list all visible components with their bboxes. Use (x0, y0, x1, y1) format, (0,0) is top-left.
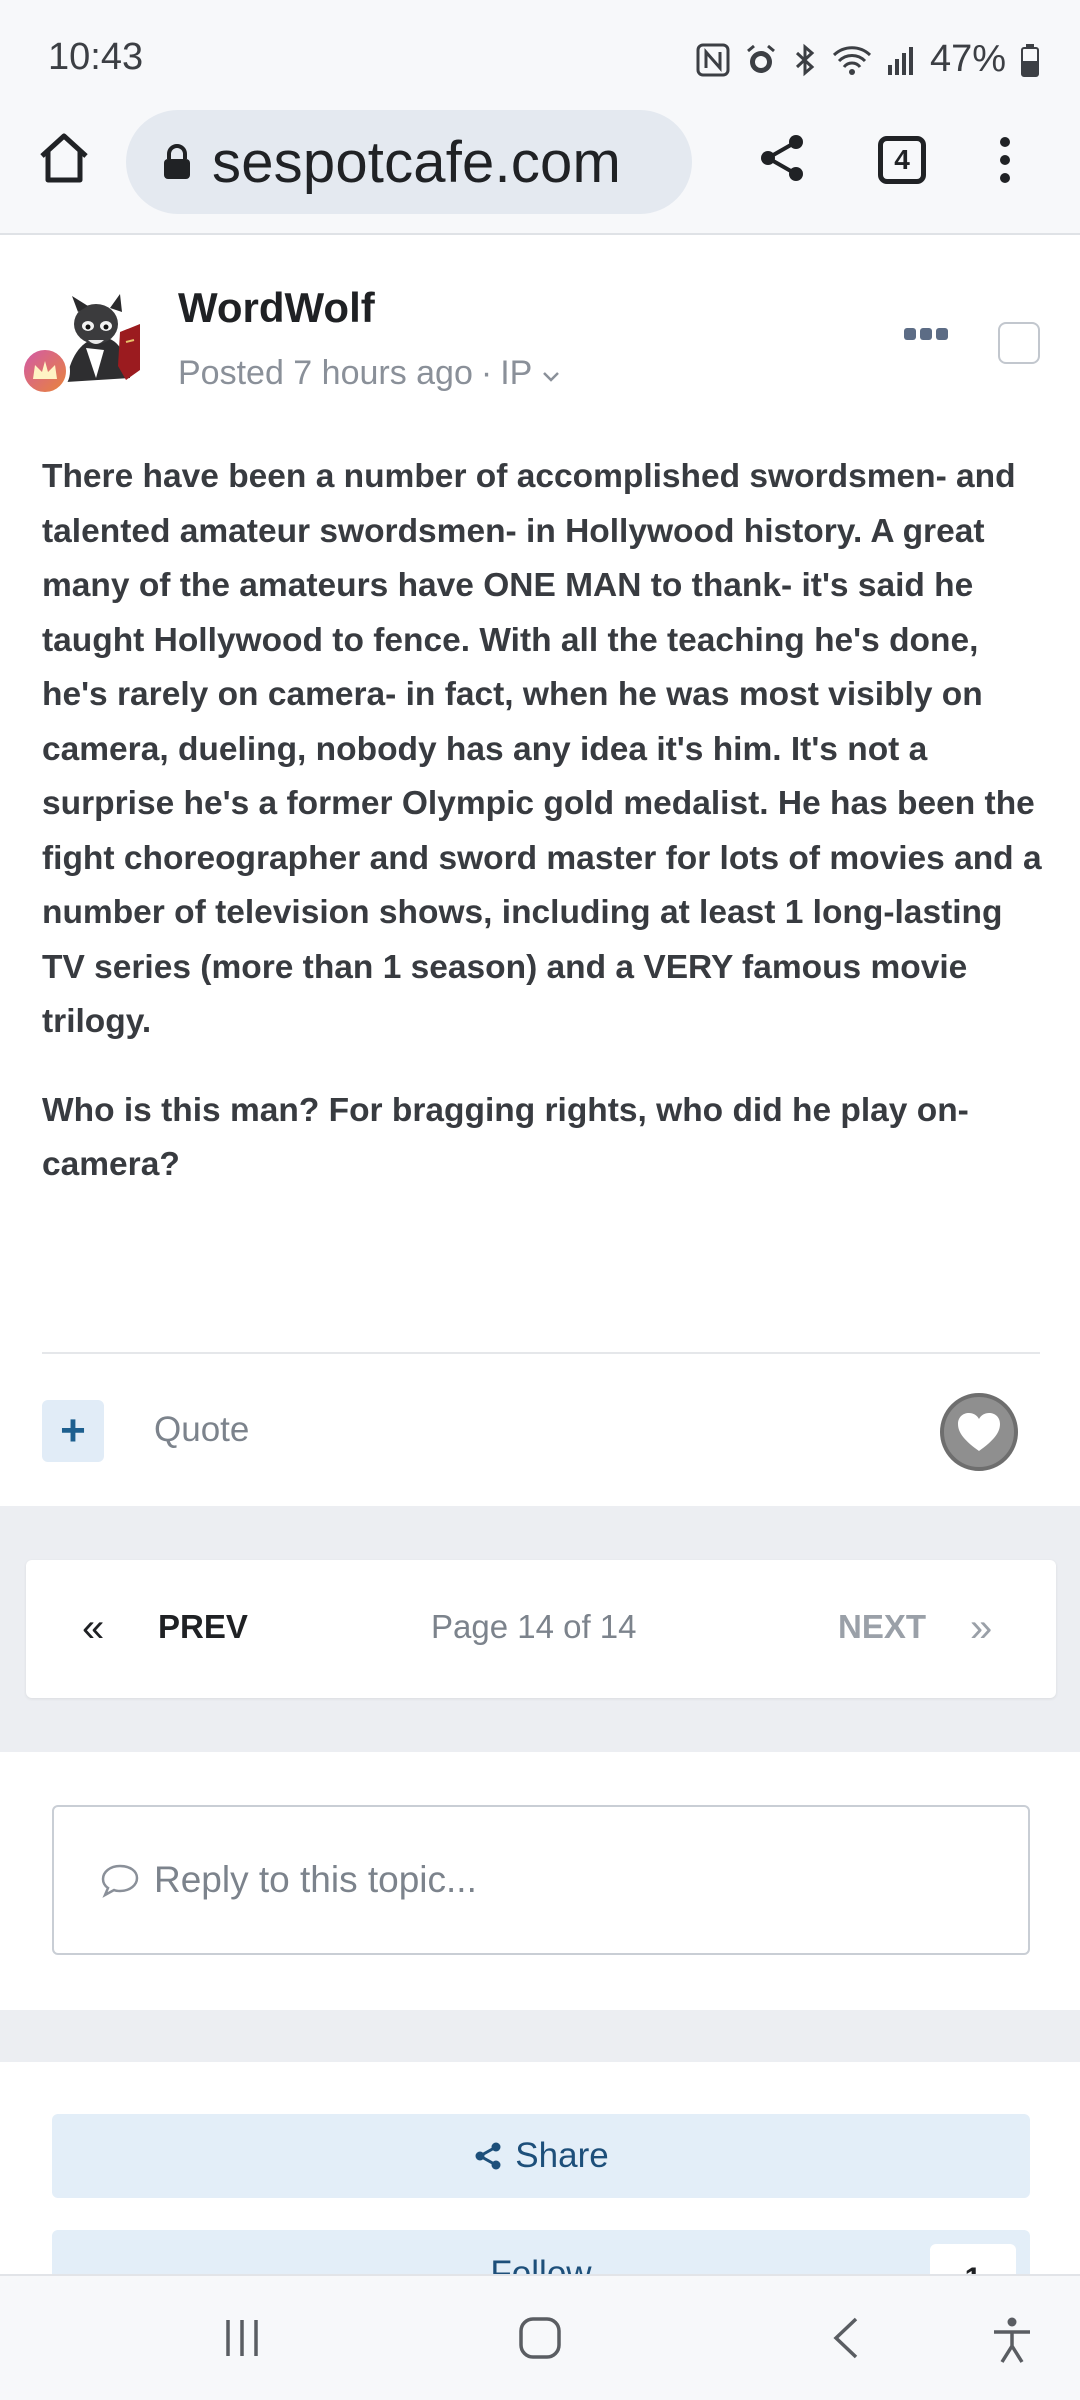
meta-separator: · (480, 354, 493, 392)
status-bar: 10:43 47% (0, 0, 1080, 100)
browser-menu-button[interactable] (990, 130, 1020, 190)
ip-label: IP (500, 354, 532, 392)
share-icon (475, 2142, 501, 2170)
reply-placeholder: Reply to this topic... (154, 1859, 477, 1900)
status-time: 10:43 (48, 36, 144, 78)
prev-arrow-icon[interactable]: « (82, 1606, 104, 1651)
reply-input[interactable]: Reply to this topic... (52, 1805, 1030, 1955)
post-select-checkbox[interactable] (998, 322, 1040, 364)
back-chevron-icon (833, 2317, 858, 2359)
accessibility-icon (994, 2317, 1030, 2363)
more-dot-icon (920, 328, 932, 340)
bluetooth-icon (792, 43, 818, 77)
back-button[interactable] (826, 2316, 870, 2365)
heart-icon (958, 1413, 1000, 1451)
accessibility-button[interactable] (990, 2316, 1034, 2369)
home-square-icon (519, 2317, 561, 2359)
url-text: sespotcafe.com (212, 129, 621, 195)
ip-toggle[interactable]: IP (500, 354, 561, 393)
quote-button[interactable]: Quote (154, 1410, 249, 1450)
next-arrow-icon: » (970, 1606, 993, 1650)
share-label: Share (515, 2136, 609, 2175)
recent-apps-button[interactable] (220, 2316, 264, 2365)
home-icon (40, 133, 88, 183)
share-page-button[interactable] (754, 130, 810, 186)
author-name[interactable]: WordWolf (178, 284, 375, 332)
tab-switcher-button[interactable]: 4 (878, 136, 926, 184)
nfc-icon (696, 43, 730, 77)
post-options-button[interactable] (904, 322, 948, 346)
pagination: « PREV Page 14 of 14 NEXT » (26, 1560, 1056, 1698)
home-button[interactable] (36, 130, 92, 186)
rank-badge-icon (20, 346, 70, 396)
more-dot-icon (904, 328, 916, 340)
lock-icon (164, 144, 190, 179)
chevron-down-icon (543, 372, 560, 382)
page-indicator[interactable]: Page 14 of 14 (431, 1608, 637, 1646)
divider (42, 1352, 1040, 1354)
wifi-icon (832, 43, 872, 77)
post-paragraph: Who is this man? For bragging rights, wh… (42, 1091, 969, 1184)
multiquote-button[interactable]: + (42, 1400, 104, 1462)
post-content: There have been a number of accomplished… (42, 450, 1042, 1227)
status-icons: 47% (696, 38, 1040, 81)
browser-toolbar: sespotcafe.com 4 (0, 100, 1080, 235)
section-gap (0, 2010, 1080, 2062)
home-nav-button[interactable] (518, 2316, 562, 2365)
address-bar[interactable]: sespotcafe.com (126, 110, 692, 214)
battery-icon (1020, 43, 1040, 77)
next-page-link: NEXT (838, 1608, 927, 1645)
recents-icon (226, 2320, 258, 2356)
system-nav-bar (0, 2274, 1080, 2400)
share-topic-button[interactable]: Share (52, 2114, 1030, 2198)
post-meta: Posted 7 hours ago · IP (178, 354, 561, 393)
battery-percent: 47% (929, 38, 1006, 80)
like-button[interactable] (940, 1393, 1018, 1471)
post-time: Posted 7 hours ago (178, 354, 473, 392)
more-dot-icon (936, 328, 948, 340)
prev-page-link[interactable]: PREV (158, 1608, 248, 1646)
vertical-dots-icon (1000, 137, 1010, 183)
alarm-icon (744, 43, 778, 77)
post-paragraph: There have been a number of accomplished… (42, 458, 1042, 1040)
signal-icon (886, 43, 916, 77)
share-icon (761, 135, 803, 181)
comment-icon (101, 1864, 139, 1898)
